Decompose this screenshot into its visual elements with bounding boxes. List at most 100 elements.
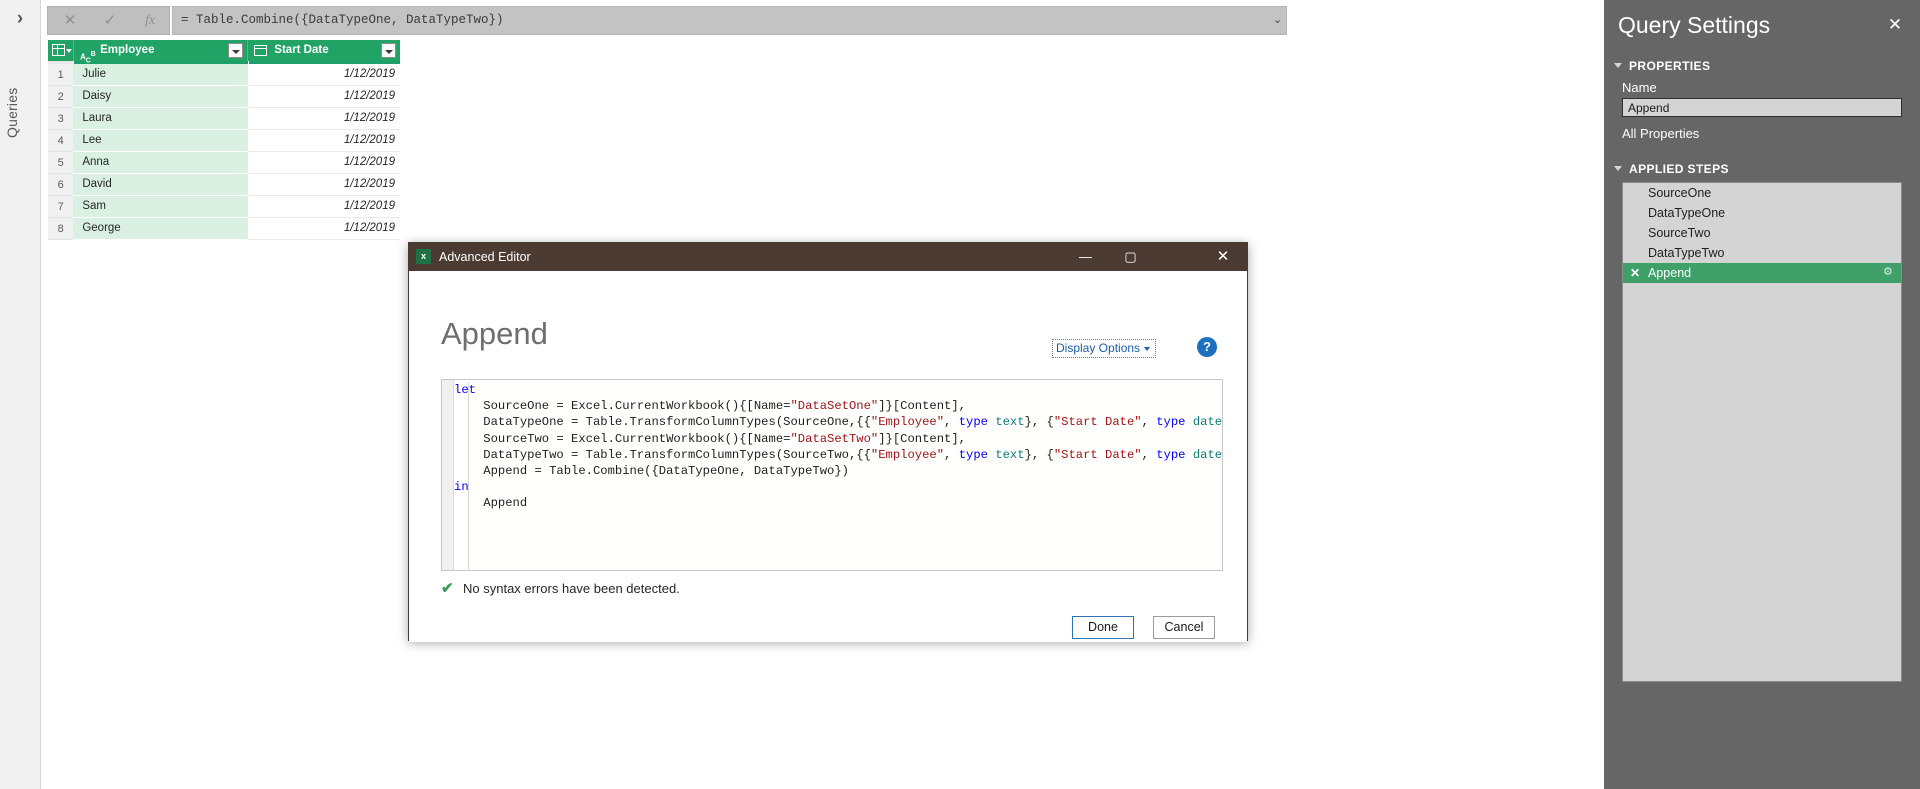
help-icon[interactable]: ? bbox=[1197, 337, 1217, 357]
excel-app-icon: x bbox=[416, 249, 431, 264]
applied-steps-section-header[interactable]: APPLIED STEPS bbox=[1614, 162, 1729, 176]
dialog-title: Advanced Editor bbox=[439, 250, 531, 264]
gear-icon[interactable]: ⚙ bbox=[1883, 267, 1894, 278]
table-icon bbox=[52, 44, 65, 56]
dialog-heading: Append bbox=[441, 316, 548, 351]
table-row[interactable]: 4 Lee 1/12/2019 bbox=[48, 130, 400, 152]
cell-start-date[interactable]: 1/12/2019 bbox=[247, 174, 400, 196]
table-row[interactable]: 3 Laura 1/12/2019 bbox=[48, 108, 400, 130]
chevron-down-icon[interactable]: ⌄ bbox=[1273, 14, 1285, 26]
table-row[interactable]: 7 Sam 1/12/2019 bbox=[48, 196, 400, 218]
applied-step-datatypeone[interactable]: DataTypeOne bbox=[1623, 203, 1901, 223]
code-line: let bbox=[454, 383, 476, 397]
delete-step-icon[interactable]: ✕ bbox=[1630, 263, 1640, 283]
cell-start-date[interactable]: 1/12/2019 bbox=[247, 152, 400, 174]
cell-employee[interactable]: Sam bbox=[73, 196, 248, 218]
cell-employee[interactable]: Julie bbox=[73, 64, 248, 86]
column-header-employee[interactable]: ACB Employee bbox=[73, 40, 248, 64]
done-button[interactable]: Done bbox=[1072, 616, 1134, 639]
code-line: SourceOne = Excel.CurrentWorkbook(){[Nam… bbox=[483, 399, 966, 414]
row-number: 6 bbox=[48, 174, 74, 196]
filter-button-start-date[interactable] bbox=[381, 43, 396, 58]
select-all-columns-button[interactable] bbox=[48, 40, 74, 61]
formula-input[interactable]: = Table.Combine({DataTypeOne, DataTypeTw… bbox=[172, 6, 1287, 35]
maximize-icon[interactable]: ▢ bbox=[1108, 243, 1153, 271]
applied-step-sourceone[interactable]: SourceOne bbox=[1623, 183, 1901, 203]
dialog-body: Append Display Options ? let SourceOne =… bbox=[409, 271, 1247, 642]
cell-employee[interactable]: David bbox=[73, 174, 248, 196]
close-icon[interactable]: ✕ bbox=[1886, 16, 1904, 34]
cell-start-date[interactable]: 1/12/2019 bbox=[247, 130, 400, 152]
table-row[interactable]: 1 Julie 1/12/2019 bbox=[48, 64, 400, 86]
cell-employee[interactable]: Daisy bbox=[73, 86, 248, 108]
cancel-button[interactable]: Cancel bbox=[1153, 616, 1215, 639]
applied-step-label: Append bbox=[1648, 266, 1692, 280]
data-preview-grid: ACB Employee Start Date 1 Julie 1/12/2019 2… bbox=[48, 40, 401, 240]
table-row[interactable]: 8 George 1/12/2019 bbox=[48, 218, 400, 240]
fx-icon[interactable]: fx bbox=[130, 7, 170, 34]
cell-start-date[interactable]: 1/12/2019 bbox=[247, 86, 400, 108]
column-header-start-date[interactable]: Start Date bbox=[247, 40, 400, 61]
grid-header-row: ACB Employee Start Date bbox=[48, 40, 400, 64]
minimize-icon[interactable]: — bbox=[1063, 243, 1108, 271]
advanced-editor-dialog: x Advanced Editor — ▢ ✕ Append Display O… bbox=[408, 242, 1248, 642]
display-options-dropdown[interactable]: Display Options bbox=[1052, 339, 1156, 358]
row-number: 4 bbox=[48, 130, 74, 152]
applied-step-label: SourceTwo bbox=[1648, 226, 1711, 240]
row-number: 1 bbox=[48, 64, 74, 86]
cell-start-date[interactable]: 1/12/2019 bbox=[247, 218, 400, 240]
queries-pane-label: Queries bbox=[4, 87, 20, 138]
calendar-date-type-icon[interactable] bbox=[254, 45, 268, 56]
table-row[interactable]: 2 Daisy 1/12/2019 bbox=[48, 86, 400, 108]
properties-section-header[interactable]: PROPERTIES bbox=[1614, 59, 1710, 73]
cell-employee[interactable]: Laura bbox=[73, 108, 248, 130]
abc-text-type-icon[interactable]: ACB bbox=[80, 44, 95, 71]
formula-accept-icon[interactable]: ✓ bbox=[90, 7, 130, 34]
expand-queries-icon[interactable]: › bbox=[10, 9, 30, 29]
collapse-triangle-icon bbox=[1614, 63, 1622, 68]
chevron-down-icon bbox=[66, 49, 72, 53]
cell-start-date[interactable]: 1/12/2019 bbox=[247, 196, 400, 218]
table-row[interactable]: 5 Anna 1/12/2019 bbox=[48, 152, 400, 174]
cell-start-date[interactable]: 1/12/2019 bbox=[247, 64, 400, 86]
code-line: in bbox=[454, 480, 469, 495]
applied-step-label: DataTypeTwo bbox=[1648, 246, 1725, 260]
syntax-status: ✔ No syntax errors have been detected. bbox=[441, 579, 680, 597]
applied-step-append[interactable]: ✕ ⚙ Append bbox=[1623, 263, 1901, 283]
syntax-status-text: No syntax errors have been detected. bbox=[463, 581, 680, 596]
code-line: Append bbox=[483, 496, 528, 511]
all-properties-link[interactable]: All Properties bbox=[1622, 126, 1699, 141]
queries-pane-collapsed: › Queries bbox=[0, 0, 41, 789]
close-icon[interactable]: ✕ bbox=[1199, 243, 1247, 271]
row-number: 3 bbox=[48, 108, 74, 130]
code-line: Append = Table.Combine({DataTypeOne, Dat… bbox=[483, 464, 849, 479]
m-code-editor[interactable]: let SourceOne = Excel.CurrentWorkbook(){… bbox=[441, 379, 1223, 571]
display-options-label: Display Options bbox=[1056, 341, 1141, 355]
dialog-titlebar[interactable]: x Advanced Editor — ▢ ✕ bbox=[409, 243, 1247, 271]
power-query-editor-window: › Queries ✕ ✓ fx = Table.Combine({DataTy… bbox=[0, 0, 1920, 789]
cell-employee[interactable]: George bbox=[73, 218, 248, 240]
collapse-triangle-icon bbox=[1614, 166, 1622, 171]
formula-bar: ✕ ✓ fx = Table.Combine({DataTypeOne, Dat… bbox=[41, 6, 1291, 35]
applied-steps-list: SourceOne DataTypeOne SourceTwo DataTypeTwo… bbox=[1622, 182, 1902, 682]
table-row[interactable]: 6 David 1/12/2019 bbox=[48, 174, 400, 196]
chevron-down-icon bbox=[1144, 347, 1150, 351]
applied-step-label: SourceOne bbox=[1648, 186, 1712, 200]
code-line: DataTypeTwo = Table.TransformColumnTypes… bbox=[483, 447, 1223, 462]
cell-employee[interactable]: Lee bbox=[73, 130, 248, 152]
cell-employee[interactable]: Anna bbox=[73, 152, 248, 174]
row-number: 5 bbox=[48, 152, 74, 174]
filter-button-employee[interactable] bbox=[228, 43, 244, 58]
cell-start-date[interactable]: 1/12/2019 bbox=[247, 108, 400, 130]
query-settings-title: Query Settings bbox=[1618, 12, 1771, 38]
formula-bar-buttons: ✕ ✓ fx bbox=[47, 6, 170, 35]
row-number: 7 bbox=[48, 196, 74, 218]
check-icon: ✔ bbox=[441, 580, 454, 597]
applied-step-datatypetwo[interactable]: DataTypeTwo bbox=[1623, 243, 1901, 263]
row-number: 2 bbox=[48, 86, 74, 108]
row-number: 8 bbox=[48, 218, 74, 240]
applied-step-sourcetwo[interactable]: SourceTwo bbox=[1623, 223, 1901, 243]
m-code-text[interactable]: let SourceOne = Excel.CurrentWorkbook(){… bbox=[454, 382, 1223, 512]
formula-cancel-icon[interactable]: ✕ bbox=[50, 7, 90, 34]
query-name-input[interactable]: Append bbox=[1622, 98, 1902, 117]
